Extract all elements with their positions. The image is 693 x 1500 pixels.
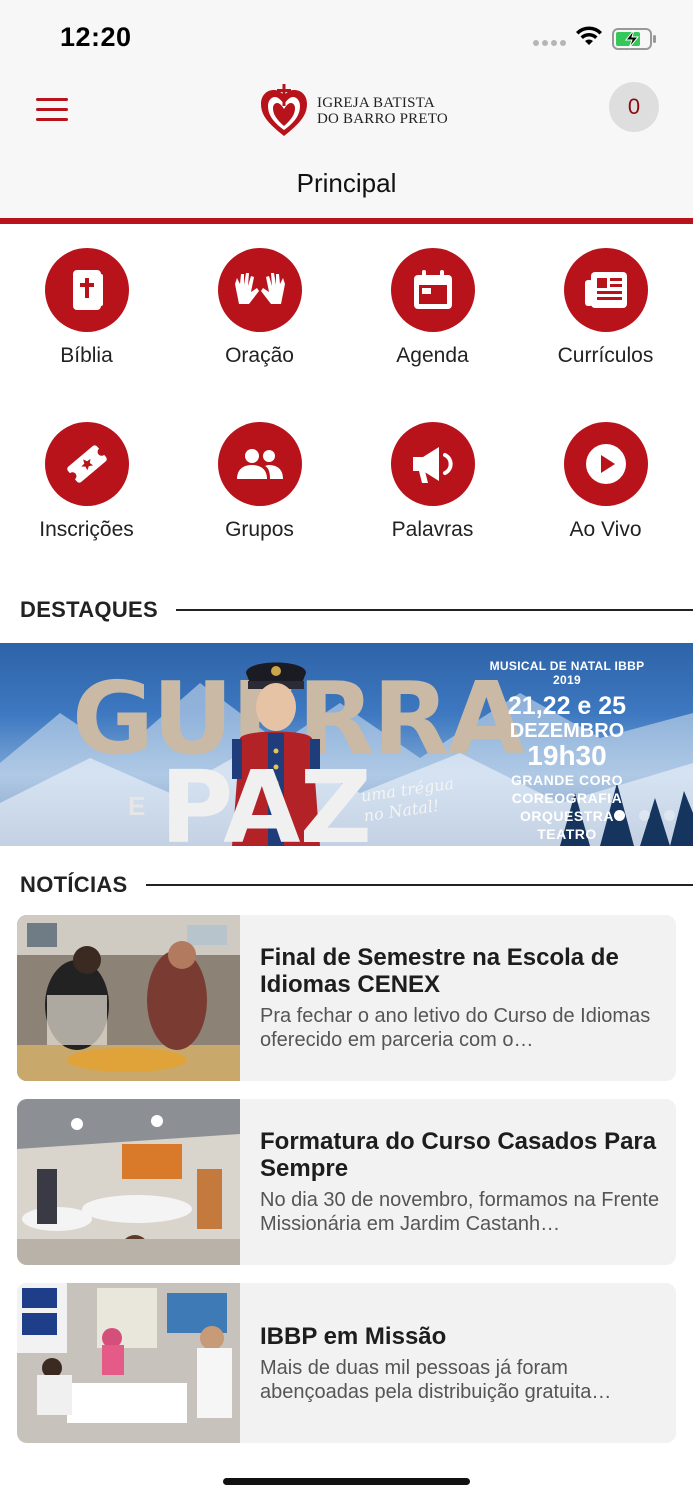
highlight-banner[interactable]: GUERRA E PAZ uma trégua no Natal! MUSICA… [0, 643, 693, 846]
news-thumbnail-image [17, 1099, 240, 1265]
shortcut-ao-vivo[interactable]: Ao Vivo [519, 422, 692, 542]
news-excerpt: Pra fechar o ano letivo do Curso de Idio… [260, 1005, 651, 1051]
hamburger-menu-icon[interactable] [36, 98, 72, 124]
shortcut-label: Palavras [391, 518, 474, 541]
bible-icon [72, 270, 103, 310]
carousel-dot[interactable] [664, 810, 675, 821]
highlights-heading: DESTAQUES [20, 597, 693, 623]
megaphone-icon [412, 447, 453, 483]
play-icon [585, 444, 626, 484]
praying-hands-icon [234, 273, 285, 304]
header-divider [0, 218, 693, 224]
news-title: IBBP em Missão [260, 1322, 447, 1350]
shortcut-grupos[interactable]: Grupos [173, 422, 346, 542]
ticket-icon [66, 445, 107, 483]
carousel-dot[interactable] [614, 810, 625, 821]
page-title: Principal [296, 168, 397, 198]
group-icon [236, 449, 283, 479]
logo-line-1: IGREJA BATISTA [317, 95, 435, 111]
shortcut-agenda[interactable]: Agenda [346, 248, 519, 368]
section-title: NOTÍCIAS [20, 872, 128, 897]
wifi-icon [576, 26, 602, 45]
news-card[interactable]: Formatura do Curso Casados Para Sempre N… [17, 1099, 676, 1265]
status-bar: 12:20 [0, 0, 693, 70]
banner-line-1: GRANDE CORO [510, 772, 624, 788]
banner-line-4: TEATRO [537, 826, 597, 842]
cellular-signal-icon [533, 40, 566, 46]
shortcut-label: Inscrições [39, 518, 134, 541]
news-excerpt: Mais de duas mil pessoas já foram abenço… [260, 1356, 612, 1403]
news-heading: NOTÍCIAS [20, 872, 693, 898]
section-title: DESTAQUES [20, 597, 158, 622]
shortcut-palavras[interactable]: Palavras [346, 422, 519, 542]
home-indicator[interactable] [223, 1478, 470, 1485]
shortcut-label: Ao Vivo [569, 518, 642, 541]
battery-charging-icon [612, 28, 656, 50]
shortcut-label: Agenda [396, 344, 469, 367]
shortcut-oracao[interactable]: Oração [173, 248, 346, 368]
cart-count-button[interactable]: 0 [609, 82, 659, 132]
shortcut-label: Bíblia [60, 344, 113, 367]
banner-line-2: COREOGRAFIA [511, 790, 623, 806]
banner-title-connector: E [128, 791, 146, 821]
status-time: 12:20 [60, 22, 132, 52]
shortcut-biblia[interactable]: Bíblia [0, 248, 173, 368]
banner-dates: 21,22 e 25 [507, 692, 627, 720]
heart-cross-logo-icon [261, 84, 307, 136]
carousel-indicator [614, 810, 675, 821]
banner-title-word2: PAZ [160, 749, 372, 847]
shortcut-label: Oração [225, 344, 294, 367]
banner-time: 19h30 [527, 740, 607, 771]
news-card[interactable]: Final de Semestre na Escola de Idiomas C… [17, 915, 676, 1081]
news-title: Final de Semestre na Escola de Idiomas C… [260, 944, 619, 998]
news-excerpt: No dia 30 de novembro, formamos na Frent… [260, 1189, 660, 1235]
shortcut-inscricoes[interactable]: Inscrições [0, 422, 173, 542]
news-title: Formatura do Curso Casados Para Sempre [260, 1128, 657, 1182]
shortcut-label: Grupos [225, 518, 294, 541]
app-header: IGREJA BATISTA DO BARRO PRETO 0 Principa… [0, 70, 693, 218]
news-thumbnail-image [17, 915, 240, 1081]
shortcut-curriculos[interactable]: Currículos [519, 248, 692, 368]
church-logo: IGREJA BATISTA DO BARRO PRETO [259, 84, 448, 138]
carousel-dot[interactable] [639, 810, 650, 821]
calendar-icon [413, 270, 452, 309]
shortcut-label: Currículos [557, 344, 654, 367]
news-thumbnail-image [17, 1283, 240, 1443]
news-card[interactable]: IBBP em Missão Mais de duas mil pessoas … [17, 1283, 676, 1443]
logo-line-2: DO BARRO PRETO [317, 111, 448, 127]
newspaper-icon [584, 272, 627, 308]
banner-month: DEZEMBRO [509, 720, 625, 742]
banner-event-name: MUSICAL DE NATAL IBBP 2019 [489, 659, 645, 687]
